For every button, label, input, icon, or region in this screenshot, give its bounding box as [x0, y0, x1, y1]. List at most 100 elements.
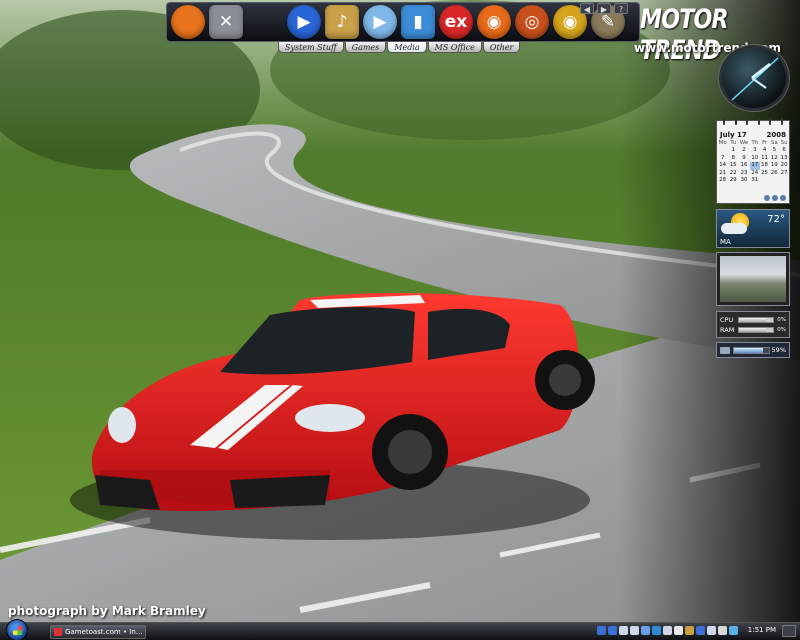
calendar-day[interactable]: 4 [760, 147, 770, 154]
burn-disc-icon[interactable]: ◎ [515, 5, 549, 39]
calendar-day[interactable]: 29 [728, 177, 738, 184]
calendar-day [760, 177, 770, 184]
cpu-value: 0% [777, 317, 786, 323]
calendar-day[interactable]: 13 [779, 155, 789, 162]
calendar-day[interactable]: 16 [738, 162, 750, 169]
tray-icon[interactable] [641, 626, 650, 635]
taskbar-item-gametoast[interactable]: Gametoast.com • In... [50, 624, 146, 639]
calendar-grid: Mo Tu We Th Fr Sa Su 1 2 3 4 5 6 7 8 9 10 11 12 13 14 15 16 17 1… [717, 140, 789, 184]
headphones-icon[interactable]: ◉ [477, 5, 511, 39]
calendar-gadget[interactable]: July 17 2008 Mo Tu We Th Fr Sa Su 1 2 3 4 5 6 7 8 9 10 11… [716, 118, 790, 204]
drive-value: 59% [771, 346, 786, 354]
ipod-icon[interactable]: ▮ [401, 5, 435, 39]
calendar-day[interactable]: 30 [738, 177, 750, 184]
drive-bar [733, 346, 770, 354]
calendar-day[interactable]: 26 [769, 170, 779, 177]
tray-icon[interactable] [597, 626, 606, 635]
calendar-day[interactable]: 11 [760, 155, 770, 162]
calendar-day[interactable]: 12 [769, 155, 779, 162]
cpu-fill [739, 318, 767, 322]
calendar-prev-button[interactable] [764, 195, 770, 201]
tray-icon[interactable] [707, 626, 716, 635]
tray-icon[interactable] [619, 626, 628, 635]
cpu-row: CPU 0% [720, 315, 786, 325]
slideshow-gadget[interactable] [716, 252, 790, 306]
drive-meter-gadget[interactable]: 59% [716, 342, 790, 358]
tray-icon[interactable] [674, 626, 683, 635]
tab-other[interactable]: Other [482, 42, 521, 53]
calendar-day[interactable]: 6 [779, 147, 789, 154]
calendar-day[interactable]: 31 [750, 177, 760, 184]
calendar-day[interactable]: 2 [738, 147, 750, 154]
xfire-icon[interactable]: ✕ [209, 5, 243, 39]
dock-prev-button[interactable]: ◀ [580, 3, 594, 14]
tab-system-stuff[interactable]: System Stuff [278, 42, 344, 53]
calendar-day[interactable]: 19 [769, 162, 779, 169]
quicktime-icon[interactable]: ▶ [363, 5, 397, 39]
cpu-label: CPU [720, 316, 734, 324]
system-tray [597, 626, 738, 635]
calendar-day [779, 177, 789, 184]
calendar-day[interactable]: 27 [779, 170, 789, 177]
itunes-icon[interactable]: ♪ [325, 5, 359, 39]
show-desktop-button[interactable] [782, 625, 796, 637]
weather-temperature: 72° [767, 214, 785, 225]
weather-gadget[interactable]: 72° MA [716, 209, 790, 248]
calendar-day[interactable]: 3 [750, 147, 760, 154]
dock-help-button[interactable]: ? [614, 3, 628, 14]
tray-icon[interactable] [608, 626, 617, 635]
ram-fill [739, 328, 767, 332]
cpu-meter-gadget[interactable]: CPU 0% RAM 0% [716, 311, 790, 338]
calendar-day[interactable]: 17 [749, 162, 760, 170]
calendar-day[interactable]: 5 [769, 147, 779, 154]
calendar-day [717, 147, 728, 154]
media-player-icon[interactable]: ▶ [287, 5, 321, 39]
calendar-today-button[interactable] [772, 195, 778, 201]
ram-bar [738, 327, 774, 333]
calendar-day[interactable]: 23 [738, 170, 750, 177]
firefox-icon[interactable] [171, 5, 205, 39]
clock-gadget[interactable] [719, 45, 789, 111]
calendar-day[interactable]: 28 [717, 177, 728, 184]
tray-icon[interactable] [685, 626, 694, 635]
slideshow-photo [720, 256, 786, 302]
tab-games[interactable]: Games [344, 42, 387, 53]
calendar-day[interactable]: 15 [728, 162, 738, 169]
tab-media[interactable]: Media [387, 42, 427, 53]
weekday-label: Fr [762, 140, 768, 146]
calendar-day[interactable]: 10 [750, 155, 760, 162]
calendar-day[interactable]: 14 [717, 162, 728, 169]
calendar-day[interactable]: 18 [760, 162, 770, 169]
calendar-day[interactable]: 21 [717, 170, 728, 177]
tray-icon[interactable] [663, 626, 672, 635]
weekday-label: Mo [718, 140, 727, 146]
object-dock: ✕ ▶ ♪ ▶ ▮ ex ◉ ◎ ◉ ✎ [166, 2, 640, 42]
calendar-day[interactable]: 9 [738, 155, 750, 162]
windows-logo-icon [13, 626, 22, 635]
calendar-day[interactable]: 1 [728, 147, 738, 154]
calendar-day[interactable]: 24 [750, 170, 760, 177]
audio-ex-icon[interactable]: ex [439, 5, 473, 39]
calendar-day[interactable]: 25 [760, 170, 770, 177]
calendar-rings [723, 118, 783, 125]
weekday-label: Su [780, 140, 788, 146]
weekday-label: Tu [730, 140, 737, 146]
calendar-day[interactable]: 22 [728, 170, 738, 177]
calendar-day[interactable]: 8 [728, 155, 738, 162]
start-button[interactable] [6, 619, 28, 640]
ram-value: 0% [777, 327, 786, 333]
calendar-day[interactable]: 7 [717, 155, 728, 162]
tray-clock[interactable]: 1:51 PM [748, 626, 776, 634]
calendar-day[interactable]: 20 [779, 162, 789, 169]
tray-icon[interactable] [696, 626, 705, 635]
taskbar-item-label: Gametoast.com • In... [65, 627, 143, 636]
tab-ms-office[interactable]: MS Office [427, 42, 482, 53]
tray-icon[interactable] [652, 626, 661, 635]
cloud-icon [721, 223, 747, 234]
calendar-next-button[interactable] [780, 195, 786, 201]
tray-icon[interactable] [729, 626, 738, 635]
tray-icon[interactable] [630, 626, 639, 635]
tray-icon[interactable] [718, 626, 727, 635]
calendar-nav [764, 195, 786, 201]
dock-next-button[interactable]: ▶ [597, 3, 611, 14]
